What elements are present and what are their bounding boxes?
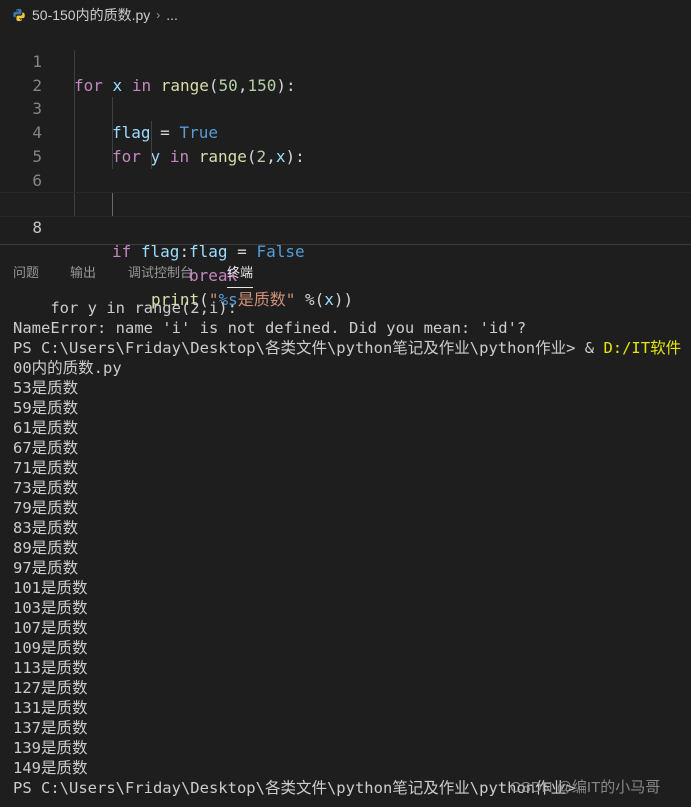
terminal-line: 149是质数 (13, 759, 88, 777)
indent-guide (74, 168, 75, 193)
terminal-line: 103是质数 (13, 599, 88, 617)
code-line[interactable]: 4 if x % y == 0: (0, 97, 691, 214)
code-line-active[interactable]: 8 print("%s是质数" %(x)) (0, 191, 691, 309)
panel-tabs: 问题 输出 调试控制台 终端 (0, 246, 691, 292)
code-line[interactable]: 3 for y in range(2,x): (0, 73, 691, 166)
indent-guide (74, 49, 75, 74)
indent-guide (151, 121, 152, 145)
code-line[interactable]: 6 break (0, 144, 691, 285)
indent-guide (74, 121, 75, 145)
terminal-output[interactable]: for y in range(2,i): NameError: name 'i'… (13, 298, 691, 807)
prompt-text: PS C:\Users\Friday\Desktop\各类文件\python笔记… (13, 339, 604, 357)
terminal-line: 00内的质数.py (13, 359, 122, 377)
tab-output[interactable]: 输出 (70, 262, 96, 287)
breadcrumb-separator: › (156, 8, 161, 22)
indent-guide (74, 192, 75, 217)
terminal-line: 139是质数 (13, 739, 88, 757)
terminal-line: 109是质数 (13, 639, 88, 657)
terminal-line: 83是质数 (13, 519, 79, 537)
tab-debug-console[interactable]: 调试控制台 (128, 262, 193, 287)
terminal-line: 73是质数 (13, 479, 79, 497)
terminal-line: 71是质数 (13, 459, 79, 477)
breadcrumb-more[interactable]: ... (166, 7, 178, 23)
indent-guide (74, 97, 75, 122)
indent-guide (74, 144, 75, 169)
terminal-line: 67是质数 (13, 439, 79, 457)
code-line[interactable]: 2 flag = True (0, 49, 691, 142)
terminal-line: 59是质数 (13, 399, 79, 417)
code-line[interactable]: 7 if flag: (0, 168, 691, 261)
terminal-line: 101是质数 (13, 579, 88, 597)
terminal-prompt: PS C:\Users\Friday\Desktop\各类文件\python笔记… (13, 338, 691, 358)
tab-terminal[interactable]: 终端 (227, 262, 254, 288)
tab-problems[interactable]: 问题 (13, 262, 39, 287)
terminal-line: 113是质数 (13, 659, 88, 677)
terminal-line: NameError: name 'i' is not defined. Did … (13, 319, 527, 337)
terminal-line: for y in range(2,i): (13, 299, 237, 317)
terminal-line: 107是质数 (13, 619, 88, 637)
terminal-line: 53是质数 (13, 379, 79, 397)
terminal-line: 127是质数 (13, 679, 88, 697)
code-editor[interactable]: 1 for x in range(50,150): 2 flag = True … (0, 26, 691, 309)
breadcrumb-file[interactable]: 50-150内的质数.py (32, 5, 150, 25)
watermark: CSDN @编IT的小马哥 (510, 779, 661, 796)
indent-guide (151, 144, 152, 169)
indent-guide (74, 73, 75, 98)
indent-guide (112, 121, 113, 145)
line-number: 8 (32, 218, 42, 238)
terminal-line: 97是质数 (13, 559, 79, 577)
terminal-line: 61是质数 (13, 419, 79, 437)
terminal-line: 131是质数 (13, 699, 88, 717)
code-line[interactable]: 1 for x in range(50,150): (0, 26, 691, 95)
code-line[interactable]: 5 flag = False (0, 121, 691, 261)
prompt-path: D:/IT软件 (603, 339, 682, 357)
indent-guide (112, 192, 113, 217)
python-file-icon (13, 8, 25, 22)
indent-guide (112, 97, 113, 122)
terminal-line: 137是质数 (13, 719, 88, 737)
terminal-line: 79是质数 (13, 499, 79, 517)
indent-guide (112, 144, 113, 169)
terminal-line: 89是质数 (13, 539, 79, 557)
panel-divider[interactable] (0, 244, 691, 245)
